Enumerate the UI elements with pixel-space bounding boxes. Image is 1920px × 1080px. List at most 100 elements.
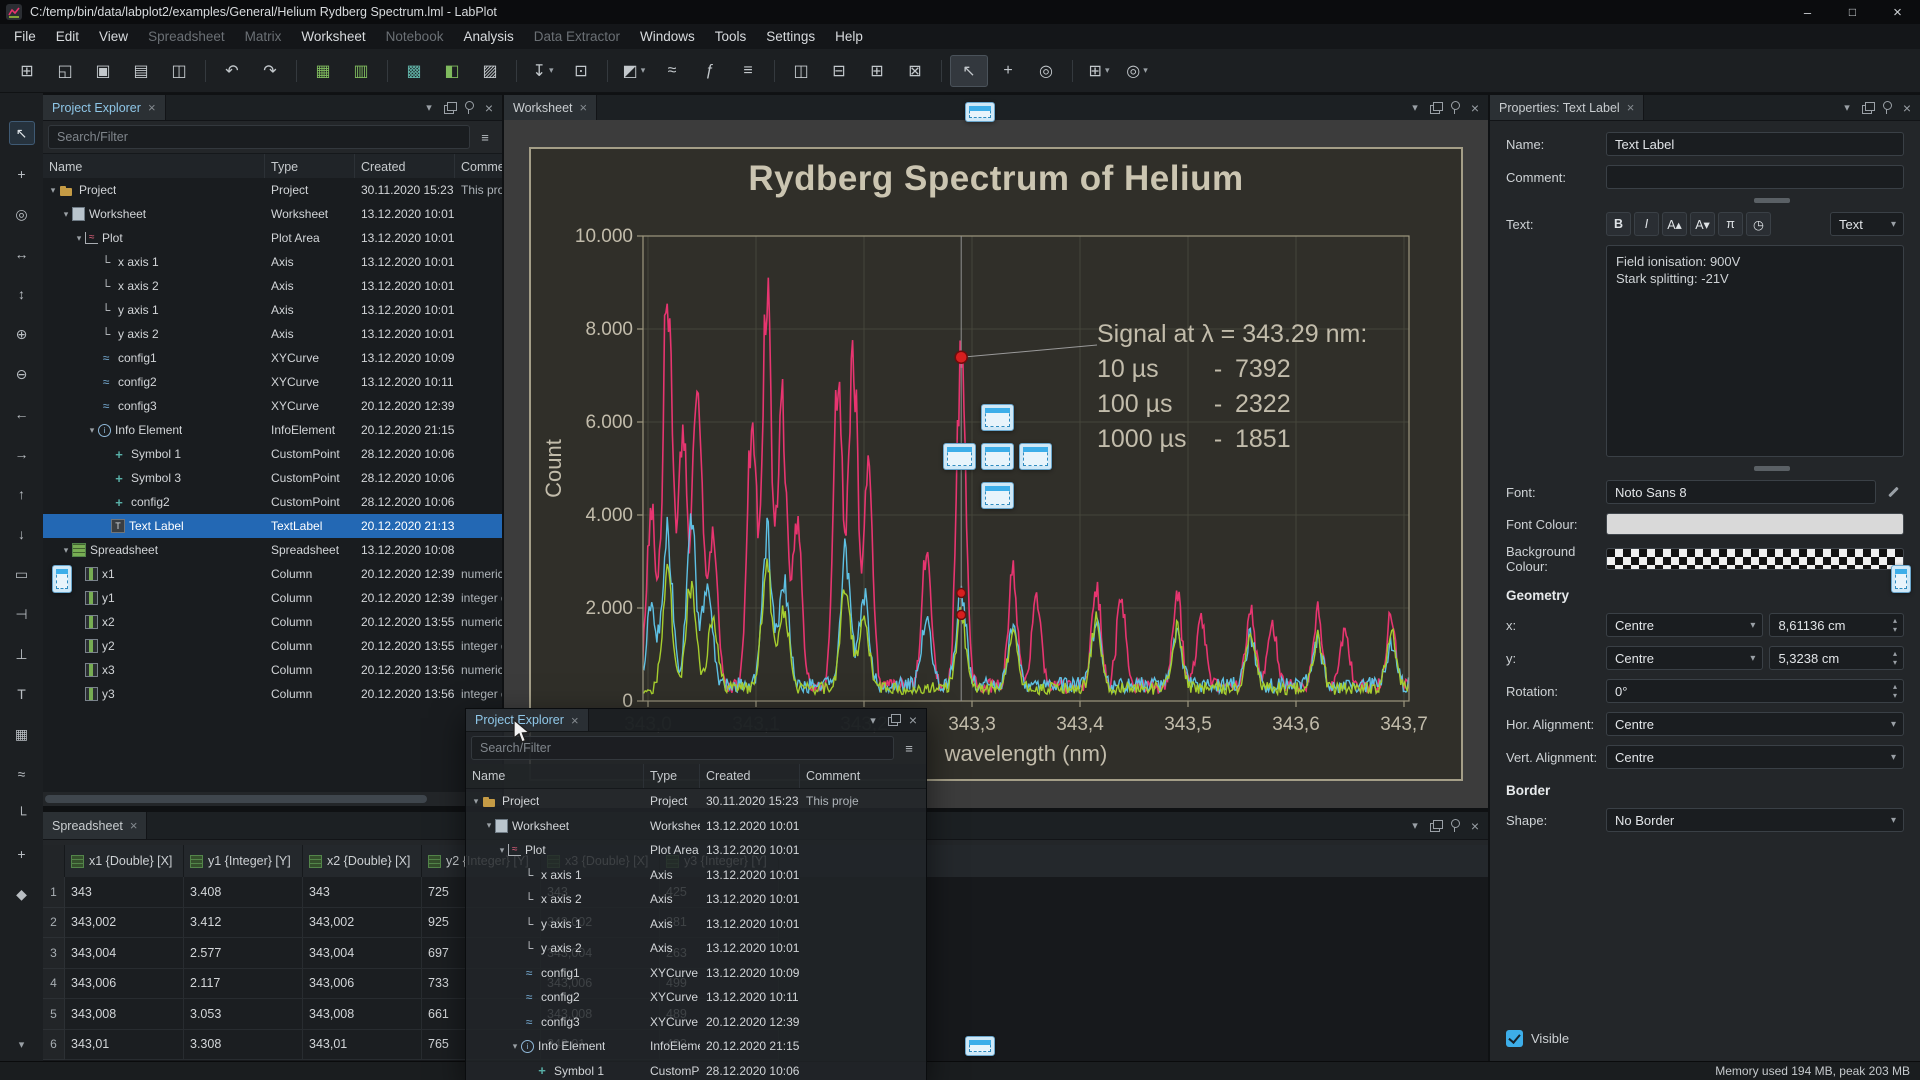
rotation-spinbox[interactable]: 0° <box>1606 679 1904 703</box>
menu-windows[interactable]: Windows <box>630 24 705 49</box>
tree-row-info-element[interactable]: ▾Info ElementInfoElement20.12.2020 21:15 <box>43 418 502 442</box>
add-text-tool-button[interactable]: T <box>10 683 34 705</box>
column-header-x2[interactable]: x2 {Double} [X] <box>303 845 422 877</box>
new-spreadsheet-button[interactable]: ▥ <box>343 56 379 86</box>
subscript-button[interactable]: A▾ <box>1690 212 1715 236</box>
tree-row-project[interactable]: ▾ProjectProject30.11.2020 15:23This proj… <box>43 178 502 202</box>
dock-close-icon[interactable] <box>1466 99 1484 117</box>
dock-close-icon[interactable] <box>904 711 922 729</box>
dock-menu-icon[interactable] <box>1406 99 1424 117</box>
drop-indicator-left[interactable] <box>943 443 976 470</box>
tree-row-y3[interactable]: y3Column20.12.2020 13:56integer da <box>43 682 502 706</box>
new-worksheet-button[interactable]: ◧ <box>434 56 470 86</box>
drop-indicator-center[interactable] <box>981 443 1014 470</box>
filter-options-button[interactable] <box>473 125 497 149</box>
tree-row-x1[interactable]: x1Column20.12.2020 12:39numerical <box>43 562 502 586</box>
dock-pin-icon[interactable] <box>460 99 478 117</box>
column-header-comment[interactable]: Comment <box>800 764 926 788</box>
tree-row-config1[interactable]: config1XYCurve13.12.2020 10:09 <box>466 961 926 986</box>
tree-row-x-axis-1[interactable]: x axis 1Axis13.12.2020 10:01 <box>466 863 926 888</box>
datetime-button[interactable]: ◷ <box>1746 212 1771 236</box>
row-number[interactable]: 1 <box>43 877 65 908</box>
drop-indicator-edge-bottom[interactable] <box>965 1036 995 1056</box>
table-cell[interactable]: 3.308 <box>184 1030 303 1061</box>
column-header-x1[interactable]: x1 {Double} [X] <box>65 845 184 877</box>
table-cell[interactable]: 3.053 <box>184 999 303 1030</box>
floating-project-explorer[interactable]: Project Explorer NameTypeCreatedComment … <box>465 708 927 1080</box>
tab-spreadsheet[interactable]: Spreadsheet <box>43 812 147 839</box>
dock-close-icon[interactable] <box>480 99 498 117</box>
add-equation-curve-button[interactable]: ƒ <box>692 56 728 86</box>
superscript-button[interactable]: A▴ <box>1662 212 1687 236</box>
auto-scale-tool-button[interactable]: ▭ <box>10 563 34 585</box>
text-editor[interactable]: Field ionisation: 900V Stark splitting: … <box>1606 245 1904 457</box>
tree-row-y-axis-2[interactable]: y axis 2Axis13.12.2020 10:01 <box>466 936 926 961</box>
shift-left-tool-button[interactable]: ← <box>10 403 34 425</box>
menu-file[interactable]: File <box>4 24 46 49</box>
crosshair-mode-button[interactable]: + <box>990 56 1026 86</box>
tree-row-x-axis-2[interactable]: x axis 2Axis13.12.2020 10:01 <box>43 274 502 298</box>
column-header-type[interactable]: Type <box>644 764 700 788</box>
info-element-label[interactable]: Signal at λ = 343.29 nm: 10 µs7392100 µs… <box>1097 317 1367 457</box>
shift-down-tool-button[interactable]: ↓ <box>10 523 34 545</box>
table-cell[interactable]: 2.577 <box>184 938 303 969</box>
menu-matrix[interactable]: Matrix <box>235 24 292 49</box>
tab-close-icon[interactable] <box>1627 100 1635 115</box>
search-input[interactable] <box>471 736 894 760</box>
tree-row-worksheet[interactable]: ▾WorksheetWorksheet13.12.2020 10:01 <box>43 202 502 226</box>
grid-layout-button[interactable]: ⊞ <box>859 56 895 86</box>
filter-options-button[interactable] <box>897 736 921 760</box>
import-from-file-button[interactable]: ↧▾ <box>525 56 561 86</box>
tab-worksheet[interactable]: Worksheet <box>504 95 597 120</box>
menu-help[interactable]: Help <box>825 24 873 49</box>
row-number[interactable]: 3 <box>43 938 65 969</box>
table-cell[interactable]: 343,004 <box>65 938 184 969</box>
dock-float-icon[interactable] <box>1426 817 1444 835</box>
comment-field[interactable] <box>1606 165 1904 189</box>
menu-spreadsheet[interactable]: Spreadsheet <box>138 24 235 49</box>
toolbar-extension-icon[interactable]: ▾ <box>19 1038 25 1051</box>
zoom-y-select-tool-button[interactable]: ↕ <box>10 283 34 305</box>
break-layout-button[interactable]: ⊠ <box>897 56 933 86</box>
print-preview-button[interactable]: ◫ <box>161 56 197 86</box>
font-colour-swatch[interactable] <box>1606 513 1904 535</box>
tree-row-y2[interactable]: y2Column20.12.2020 13:55integer da <box>43 634 502 658</box>
dock-menu-icon[interactable] <box>420 99 438 117</box>
column-header-created[interactable]: Created <box>700 764 800 788</box>
save-project-button[interactable]: ▣ <box>85 56 121 86</box>
add-curve-tool-button[interactable]: ≈ <box>10 763 34 785</box>
drop-indicator-edge-top[interactable] <box>965 102 995 122</box>
menu-worksheet[interactable]: Worksheet <box>291 24 375 49</box>
menu-tools[interactable]: Tools <box>705 24 757 49</box>
dock-float-icon[interactable] <box>884 711 902 729</box>
redo-button[interactable]: ↷ <box>252 56 288 86</box>
vertical-layout-button[interactable]: ◫ <box>783 56 819 86</box>
drop-indicator-bottom[interactable] <box>981 482 1014 509</box>
select-tool-button[interactable]: ↖ <box>9 121 35 145</box>
dock-menu-icon[interactable] <box>1406 817 1424 835</box>
table-cell[interactable]: 343,004 <box>303 938 422 969</box>
zoom-x-select-tool-button[interactable]: ↔ <box>10 243 34 265</box>
splitter-handle[interactable] <box>1754 466 1790 471</box>
column-header-name[interactable]: Name <box>466 764 644 788</box>
font-edit-icon[interactable] <box>1882 481 1904 503</box>
splitter-handle[interactable] <box>1754 198 1790 203</box>
column-header-created[interactable]: Created <box>355 154 455 180</box>
menu-edit[interactable]: Edit <box>46 24 89 49</box>
tab-project-explorer[interactable]: Project Explorer <box>43 95 166 120</box>
tree-row-symbol-1[interactable]: Symbol 1CustomPoint28.12.2020 10:06 <box>43 442 502 466</box>
menu-notebook[interactable]: Notebook <box>376 24 454 49</box>
tree-row-y-axis-2[interactable]: y axis 2Axis13.12.2020 10:01 <box>43 322 502 346</box>
table-cell[interactable]: 343,008 <box>65 999 184 1030</box>
column-header-y1[interactable]: y1 {Integer} [Y] <box>184 845 303 877</box>
x-value-spinbox[interactable]: 8,61136 cm <box>1769 613 1904 637</box>
horizontal-layout-button[interactable]: ⊟ <box>821 56 857 86</box>
shift-right-tool-button[interactable]: → <box>10 443 34 465</box>
x-position-dropdown[interactable]: Centre <box>1606 613 1763 637</box>
drop-indicator-edge-right[interactable] <box>1891 565 1911 593</box>
drop-indicator-top[interactable] <box>981 404 1014 431</box>
dock-close-icon[interactable] <box>1898 99 1916 117</box>
tree-row-config2[interactable]: config2XYCurve13.12.2020 10:11 <box>466 985 926 1010</box>
vert-alignment-dropdown[interactable]: Centre <box>1606 745 1904 769</box>
crosshair-tool-button[interactable]: + <box>10 163 34 185</box>
